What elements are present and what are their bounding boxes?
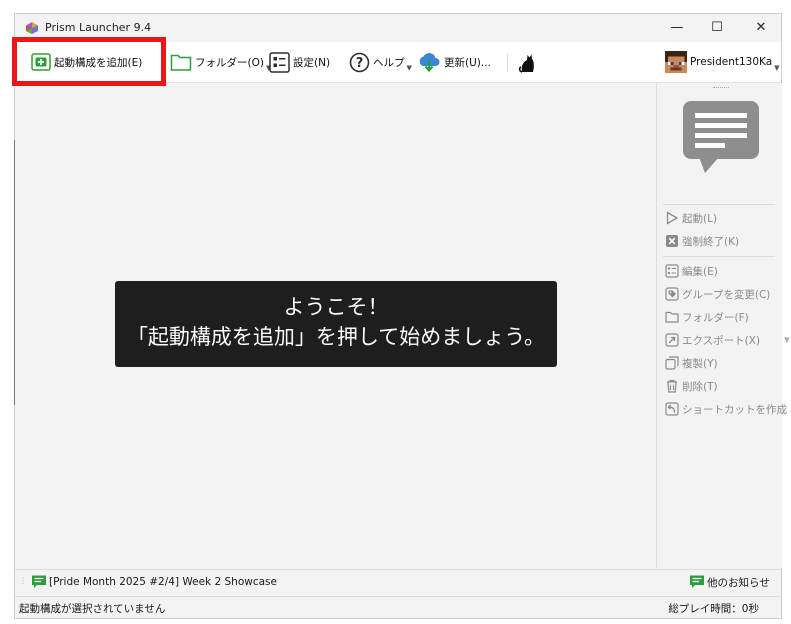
folder-button[interactable]: フォルダー(F) (665, 308, 749, 326)
maximize-button[interactable]: ☐ (695, 14, 739, 42)
news-icon (32, 575, 46, 588)
news-headline: [Pride Month 2025 #2/4] Week 2 Showcase (49, 576, 277, 588)
help-icon: ? (349, 52, 370, 72)
welcome-title: ようこそ！ (283, 295, 389, 319)
account-button[interactable]: President130Ka ▼ (665, 50, 780, 74)
news-bar: ⋮ [Pride Month 2025 #2/4] Week 2 Showcas… (15, 569, 781, 595)
play-icon (666, 211, 679, 225)
delete-label: 削除(T) (682, 380, 718, 393)
settings-button[interactable]: 設定(N) (269, 50, 330, 74)
prism-logo-icon (26, 22, 38, 34)
folder-icon (170, 54, 192, 71)
shortcut-icon (665, 402, 679, 416)
folder-icon (665, 311, 679, 323)
welcome-message: ようこそ！ 「起動構成を追加」を押して始めましょう。 (115, 281, 557, 367)
edit-label: 編集(E) (682, 265, 718, 278)
toolbar-grip[interactable]: ⋮ (19, 576, 27, 585)
close-button[interactable]: ✕ (739, 14, 783, 42)
folders-label: フォルダー(O) (195, 56, 264, 69)
welcome-hint: 「起動構成を追加」を押して始めましょう。 (126, 325, 546, 349)
change-group-button[interactable]: グループを変更(C) (665, 285, 770, 303)
news-icon (690, 575, 704, 588)
sidebar-divider (663, 204, 775, 205)
minimize-button[interactable]: — (655, 14, 699, 42)
chevron-down-icon: ▼ (774, 64, 780, 72)
launcher-window: Prism Launcher 9.4 — ☐ ✕ 起動構成を追加(E) フォルダ… (14, 13, 789, 619)
folder-label: フォルダー(F) (682, 311, 749, 324)
sidebar-divider (663, 256, 775, 257)
toolbar-divider (507, 54, 508, 72)
window-title: Prism Launcher 9.4 (45, 21, 152, 34)
edit-button[interactable]: 編集(E) (665, 262, 718, 280)
total-playtime: 総プレイ時間：0秒 (668, 603, 759, 615)
instance-sidebar: 起動(L) 強制終了(K) 編集(E) グループを変更(C) フォルダー(F) … (656, 83, 789, 568)
avatar (665, 51, 687, 73)
cloud-download-icon (419, 53, 440, 73)
svg-text:?: ? (356, 56, 364, 71)
trash-icon (667, 379, 677, 393)
more-news-button[interactable]: 他のお知らせ (689, 574, 770, 590)
delete-button[interactable]: 削除(T) (665, 377, 718, 395)
instance-placeholder-icon (683, 101, 759, 173)
chevron-down-icon: ▼ (784, 336, 790, 344)
settings-icon (269, 51, 290, 73)
news-headline-button[interactable]: [Pride Month 2025 #2/4] Week 2 Showcase (31, 574, 277, 590)
change-group-label: グループを変更(C) (682, 288, 771, 301)
tag-icon (665, 287, 679, 301)
help-button[interactable]: ? ヘルプ ▼ (349, 50, 412, 74)
launch-label: 起動(L) (682, 212, 718, 225)
kill-icon (666, 235, 678, 247)
export-button[interactable]: エクスポート(X) ▼ (665, 331, 789, 349)
chevron-down-icon: ▼ (406, 64, 412, 72)
selection-status: 起動構成が選択されていません (19, 603, 166, 615)
create-shortcut-button[interactable]: ショートカットを作成 (665, 400, 787, 418)
instance-view[interactable]: ようこそ！ 「起動構成を追加」を押して始めましょう。 (15, 83, 656, 568)
account-name: President130Ka (690, 56, 773, 68)
copy-button[interactable]: 複製(Y) (665, 354, 718, 372)
status-bar: 起動構成が選択されていません 総プレイ時間：0秒 (15, 596, 781, 618)
drag-handle[interactable] (713, 87, 729, 90)
kill-button[interactable]: 強制終了(K) (665, 232, 739, 250)
cat-button[interactable] (518, 50, 539, 74)
cat-icon (518, 54, 534, 73)
create-shortcut-label: ショートカットを作成 (682, 403, 787, 416)
export-icon (665, 333, 679, 347)
launch-button[interactable]: 起動(L) (665, 209, 717, 227)
export-label: エクスポート(X) (682, 334, 761, 347)
annotation-highlight-box (12, 37, 166, 86)
update-label: 更新(U)... (444, 56, 491, 69)
help-label: ヘルプ (373, 56, 405, 69)
settings-label: 設定(N) (293, 56, 331, 69)
background-edge (14, 140, 15, 405)
copy-icon (665, 356, 679, 370)
edit-icon (665, 264, 679, 278)
update-button[interactable]: 更新(U)... (417, 50, 491, 74)
more-news-label: 他のお知らせ (707, 576, 770, 589)
copy-label: 複製(Y) (682, 357, 718, 370)
folders-button[interactable]: フォルダー(O) ▼ (170, 50, 271, 74)
kill-label: 強制終了(K) (682, 235, 740, 248)
